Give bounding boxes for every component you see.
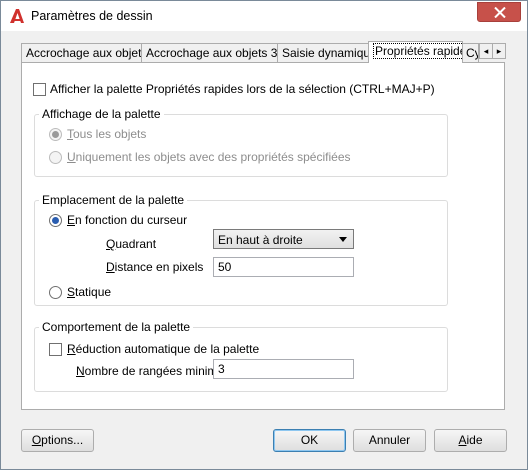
all-objects-radio[interactable] [49, 128, 62, 141]
title-bar: Paramètres de dessin [1, 1, 527, 31]
chevron-down-icon [339, 237, 347, 242]
palette-display-title: Affichage de la palette [39, 107, 164, 121]
static-label: Statique [67, 285, 112, 299]
cursor-dependent-radio[interactable] [49, 214, 62, 227]
chevron-left-icon: ◂ [483, 46, 489, 56]
tab-label: Accrochage aux objets [26, 46, 142, 60]
tab-quick-properties[interactable]: Propriétés rapides [368, 41, 463, 63]
tab-label: Cy [466, 46, 478, 60]
all-objects-label: Tous les objets [67, 127, 147, 141]
close-icon [494, 7, 506, 18]
tab-3d-object-snap[interactable]: Accrochage aux objets 3D [141, 43, 278, 62]
min-rows-label: Nombre de rangées minimal [76, 364, 227, 378]
tab-scroll-right-button[interactable]: ▸ [492, 43, 506, 59]
close-button[interactable] [477, 2, 521, 22]
quadrant-label: Quadrant [106, 237, 157, 251]
tab-page-quick-properties: Afficher la palette Propriétés rapides l… [21, 62, 505, 410]
specified-objects-label: Uniquement les objets avec des propriété… [67, 150, 351, 164]
distance-label: Distance en pixels [106, 260, 204, 274]
auto-collapse-checkbox[interactable] [49, 343, 62, 356]
tab-cycling[interactable]: Cy [462, 43, 479, 62]
options-button[interactable]: Options... [21, 429, 94, 452]
quadrant-select[interactable]: En haut à droite [213, 229, 354, 249]
min-rows-input[interactable]: 3 [213, 359, 354, 379]
autocad-a-icon [10, 9, 24, 23]
cursor-dependent-label: En fonction du curseur [67, 213, 188, 227]
specified-objects-radio[interactable] [49, 151, 62, 164]
tab-object-snap[interactable]: Accrochage aux objets [21, 43, 142, 62]
tab-strip: Accrochage aux objets Accrochage aux obj… [21, 41, 506, 63]
tab-label: Propriétés rapides [373, 43, 462, 59]
show-quick-properties-checkbox[interactable] [33, 83, 46, 96]
quadrant-value: En haut à droite [218, 233, 303, 247]
tab-dynamic-input[interactable]: Saisie dynamique [277, 43, 370, 62]
palette-behavior-title: Comportement de la palette [39, 320, 194, 334]
auto-collapse-label: Réduction automatique de la palette [67, 342, 260, 356]
chevron-right-icon: ▸ [496, 46, 502, 56]
tab-label: Saisie dynamique [282, 46, 370, 60]
window-title: Paramètres de dessin [31, 9, 153, 23]
tab-scroll-left-button[interactable]: ◂ [479, 43, 493, 59]
palette-location-title: Emplacement de la palette [39, 193, 188, 207]
show-quick-properties-label: Afficher la palette Propriétés rapides l… [50, 82, 435, 96]
palette-display-group [34, 114, 448, 177]
distance-input[interactable]: 50 [213, 257, 354, 277]
dialog-window: Paramètres de dessin Accrochage aux obje… [0, 0, 528, 470]
tab-label: Accrochage aux objets 3D [146, 46, 278, 60]
help-button[interactable]: Aide [434, 429, 507, 452]
ok-button[interactable]: OK [273, 429, 346, 452]
cancel-button[interactable]: Annuler [353, 429, 426, 452]
static-radio[interactable] [49, 286, 62, 299]
